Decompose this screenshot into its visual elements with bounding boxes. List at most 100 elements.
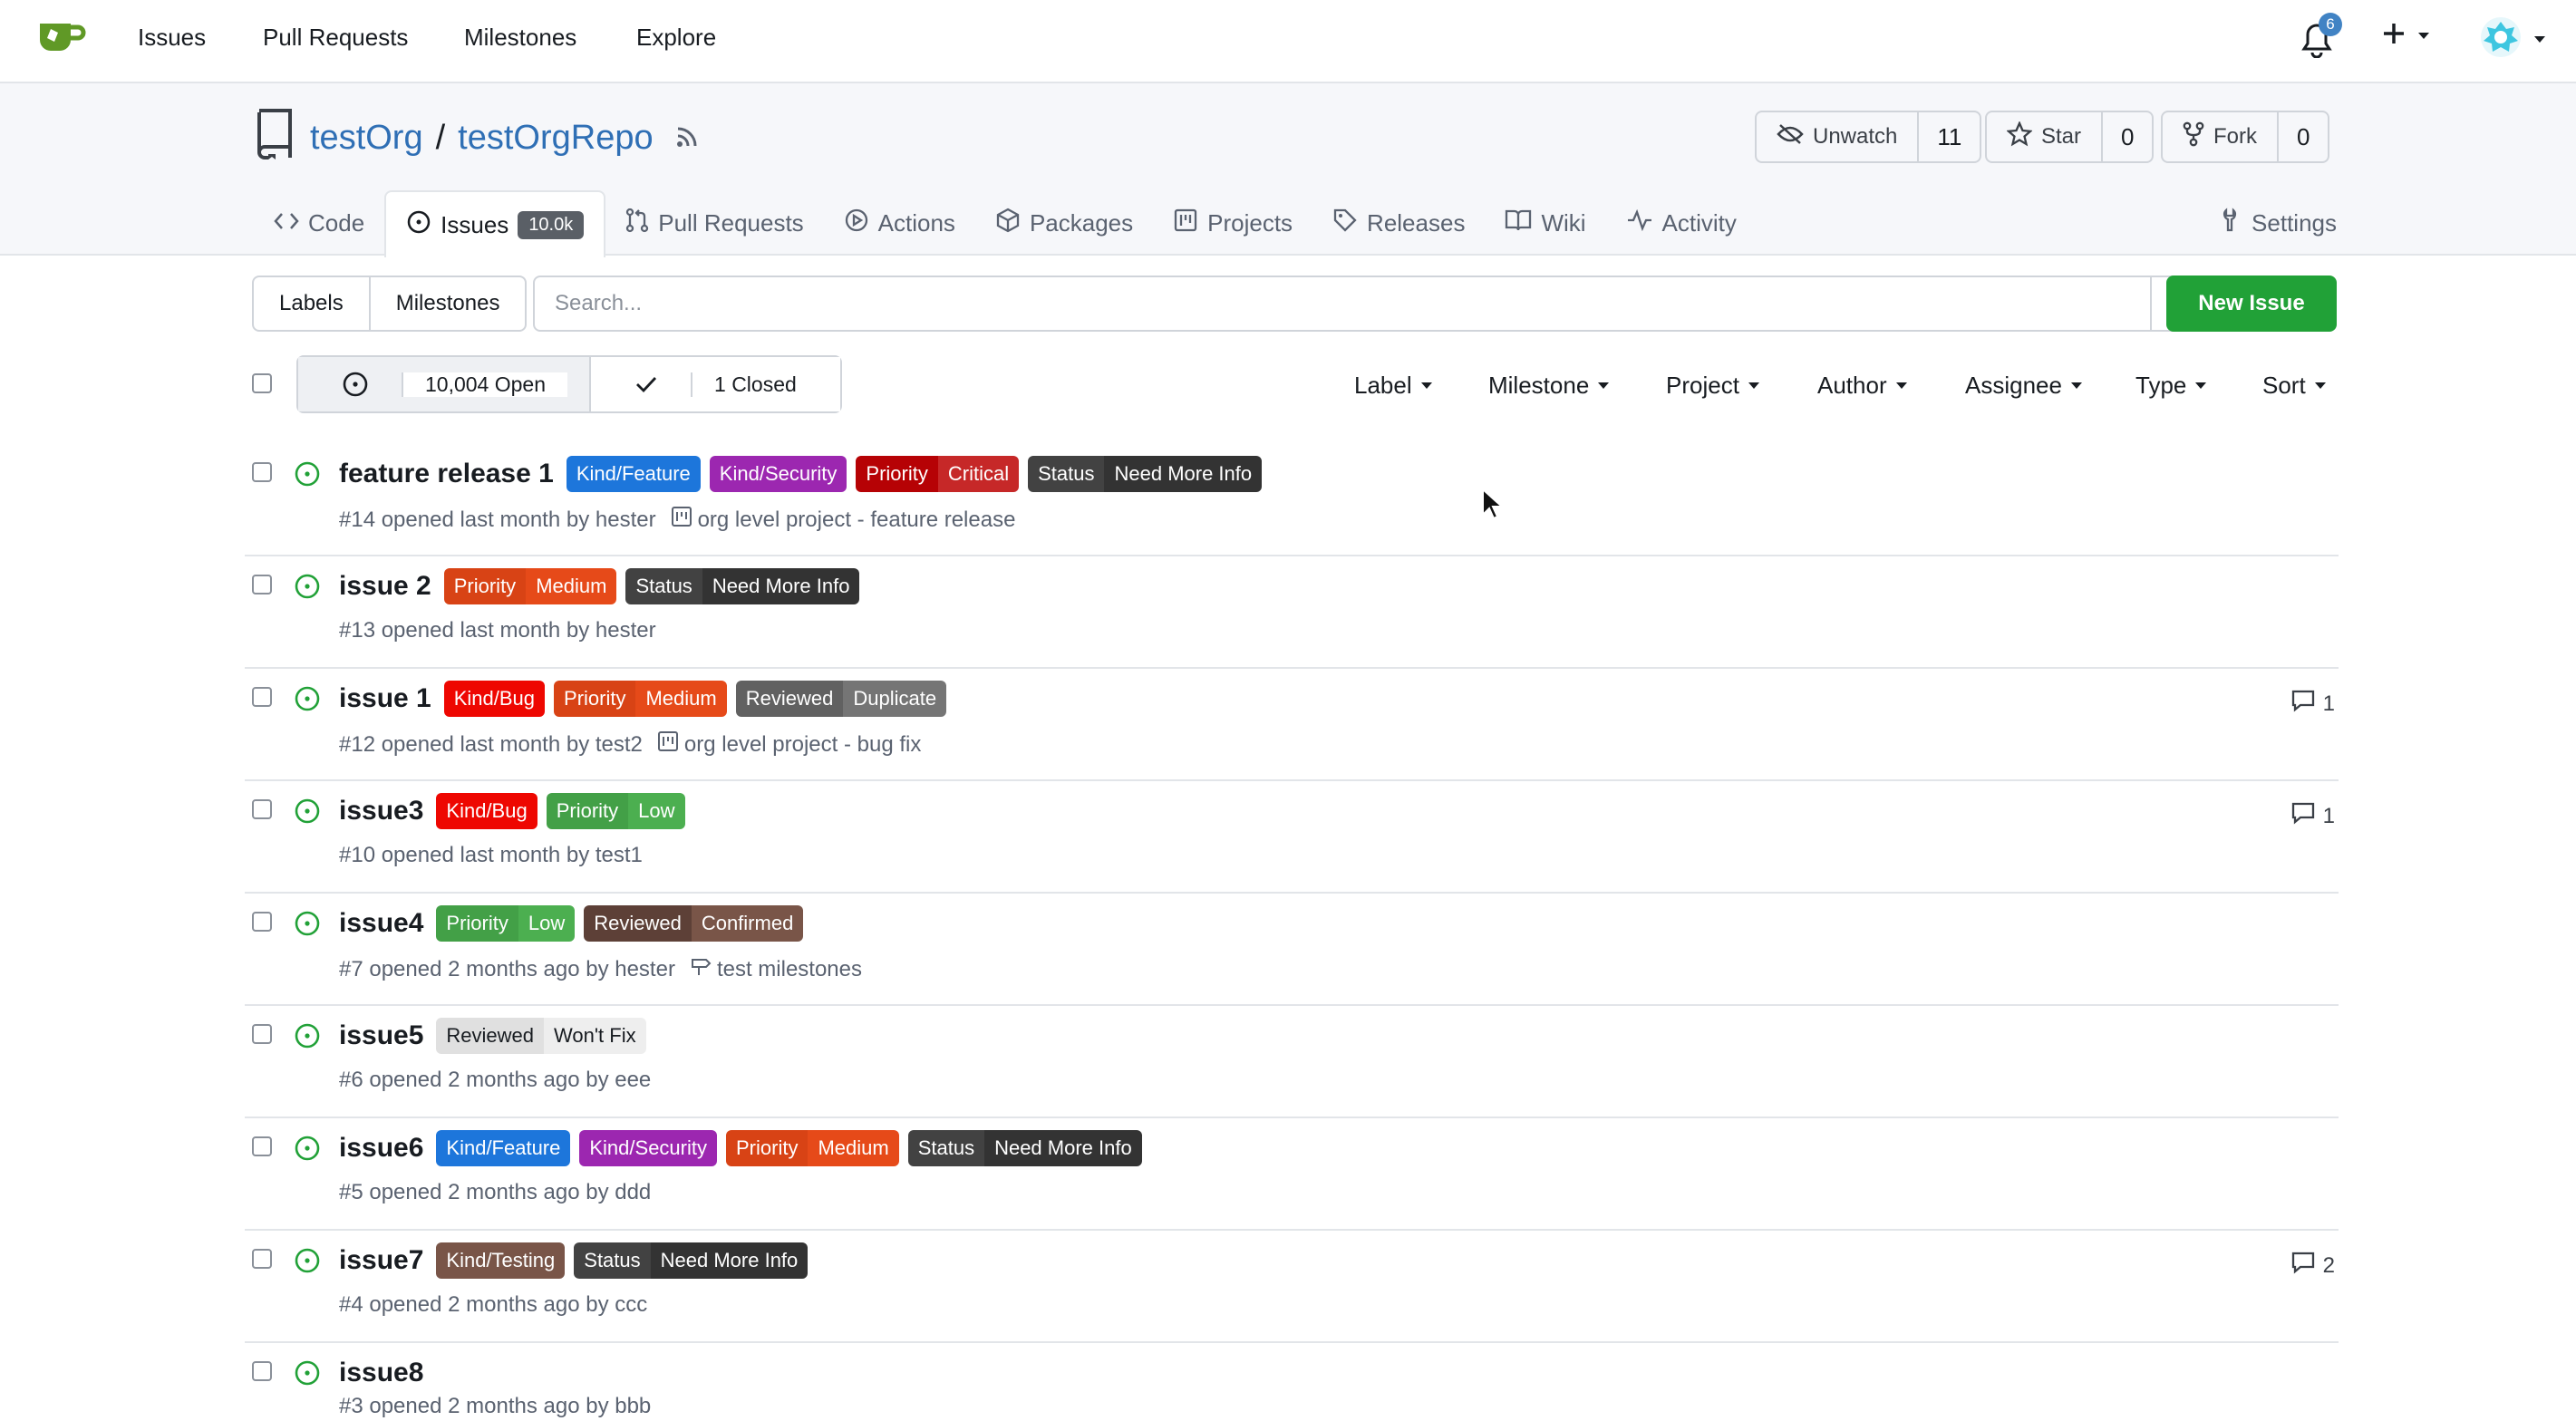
label-status-need-more-info[interactable]: Status Need More Info bbox=[907, 1130, 1142, 1166]
label-priority-low[interactable]: Priority Low bbox=[546, 793, 685, 829]
issue-title-link[interactable]: issue5 bbox=[339, 1020, 423, 1051]
label-priority-medium[interactable]: Priority Medium bbox=[443, 568, 617, 604]
project-filter-dropdown[interactable]: Project bbox=[1666, 372, 1759, 400]
issue-title-link[interactable]: issue 1 bbox=[339, 683, 431, 714]
label-priority-medium[interactable]: Priority Medium bbox=[726, 1130, 899, 1166]
author-filter-dropdown[interactable]: Author bbox=[1817, 372, 1907, 400]
label-kind-bug[interactable]: Kind/Bug bbox=[443, 681, 546, 717]
issue-checkbox[interactable] bbox=[252, 1249, 272, 1269]
tab-settings[interactable]: Settings bbox=[2219, 190, 2337, 256]
select-all-checkbox[interactable] bbox=[252, 373, 272, 393]
issue-title-link[interactable]: issue8 bbox=[339, 1358, 423, 1388]
repo-tabs: Code Issues 10.0k Pull Requests Actions … bbox=[254, 190, 1757, 257]
repo-name-link[interactable]: testOrgRepo bbox=[458, 119, 653, 158]
label-kind-feature[interactable]: Kind/Feature bbox=[436, 1130, 571, 1166]
project-icon bbox=[1173, 208, 1198, 239]
nav-pull-requests[interactable]: Pull Requests bbox=[263, 24, 408, 52]
issue-title-link[interactable]: issue7 bbox=[339, 1245, 423, 1276]
label-status-need-more-info[interactable]: Status Need More Info bbox=[574, 1242, 809, 1279]
sort-dropdown[interactable]: Sort bbox=[2262, 372, 2326, 400]
chevron-down-icon bbox=[2195, 382, 2207, 389]
rss-icon[interactable] bbox=[675, 119, 699, 158]
new-issue-button[interactable]: New Issue bbox=[2166, 276, 2337, 332]
unwatch-button[interactable]: Unwatch bbox=[1757, 112, 1920, 161]
label-reviewed-confirmed[interactable]: Reviewed Confirmed bbox=[584, 905, 804, 942]
issue-checkbox[interactable] bbox=[252, 912, 272, 932]
nav-milestones[interactable]: Milestones bbox=[464, 24, 576, 52]
tab-packages[interactable]: Packages bbox=[975, 190, 1153, 256]
repo-owner-link[interactable]: testOrg bbox=[310, 119, 423, 158]
issue-title-link[interactable]: issue4 bbox=[339, 908, 423, 939]
label-kind-feature[interactable]: Kind/Feature bbox=[566, 456, 701, 492]
chevron-down-icon bbox=[2534, 36, 2545, 43]
avatar bbox=[2480, 16, 2522, 63]
tab-activity[interactable]: Activity bbox=[1606, 190, 1757, 256]
tab-projects[interactable]: Projects bbox=[1153, 190, 1312, 256]
issue-milestone-link[interactable]: test milestones bbox=[690, 955, 862, 983]
closed-filter-button[interactable]: 1 Closed bbox=[589, 357, 840, 411]
label-kind-security[interactable]: Kind/Security bbox=[709, 456, 847, 492]
search-input[interactable]: Search... bbox=[533, 276, 2152, 332]
issue-title-link[interactable]: issue 2 bbox=[339, 571, 431, 602]
issue-checkbox[interactable] bbox=[252, 1136, 272, 1156]
watch-count[interactable]: 11 bbox=[1919, 112, 1980, 161]
star-count[interactable]: 0 bbox=[2103, 112, 2152, 161]
label-status-need-more-info[interactable]: Status Need More Info bbox=[1028, 456, 1263, 492]
fork-button-group: Fork 0 bbox=[2161, 111, 2330, 163]
nav-explore[interactable]: Explore bbox=[636, 24, 716, 52]
chevron-down-icon bbox=[1895, 382, 1907, 389]
gitea-logo-icon[interactable] bbox=[36, 16, 87, 56]
tab-actions[interactable]: Actions bbox=[824, 190, 975, 256]
issue-checkbox[interactable] bbox=[252, 1024, 272, 1044]
labels-button[interactable]: Labels bbox=[254, 277, 369, 330]
comment-icon bbox=[2290, 1251, 2316, 1281]
comment-count[interactable]: 2 bbox=[2290, 1251, 2335, 1281]
issue-checkbox[interactable] bbox=[252, 575, 272, 594]
tab-pull-requests[interactable]: Pull Requests bbox=[605, 190, 823, 256]
milestone-filter-dropdown[interactable]: Milestone bbox=[1488, 372, 1610, 400]
assignee-filter-dropdown[interactable]: Assignee bbox=[1965, 372, 2082, 400]
issue-checkbox[interactable] bbox=[252, 1361, 272, 1381]
label-kind-testing[interactable]: Kind/Testing bbox=[436, 1242, 566, 1279]
tag-icon bbox=[1332, 208, 1358, 239]
label-reviewed-wont-fix[interactable]: Reviewed Won't Fix bbox=[436, 1018, 646, 1054]
fork-button[interactable]: Fork bbox=[2163, 112, 2279, 161]
label-status-need-more-info[interactable]: Status Need More Info bbox=[625, 568, 860, 604]
comment-count[interactable]: 1 bbox=[2290, 801, 2335, 831]
issues-count-badge: 10.0k bbox=[518, 210, 585, 239]
issue-checkbox[interactable] bbox=[252, 799, 272, 819]
star-button[interactable]: Star bbox=[1987, 112, 2104, 161]
nav-issues[interactable]: Issues bbox=[138, 24, 206, 52]
issue-title-link[interactable]: issue3 bbox=[339, 796, 423, 826]
label-priority-medium[interactable]: Priority Medium bbox=[554, 681, 727, 717]
issue-meta: #4 opened 2 months ago by ccc bbox=[339, 1292, 648, 1317]
user-menu[interactable] bbox=[2480, 16, 2545, 63]
tab-issues[interactable]: Issues 10.0k bbox=[384, 190, 606, 257]
issue-meta: #12 opened last month by test2 bbox=[339, 731, 643, 757]
label-kind-bug[interactable]: Kind/Bug bbox=[436, 793, 537, 829]
type-filter-dropdown[interactable]: Type bbox=[2135, 372, 2207, 400]
tab-code[interactable]: Code bbox=[254, 190, 384, 256]
label-reviewed-duplicate[interactable]: Reviewed Duplicate bbox=[735, 681, 947, 717]
label-filter-dropdown[interactable]: Label bbox=[1354, 372, 1432, 400]
comment-count[interactable]: 1 bbox=[2290, 689, 2335, 719]
issue-project-link[interactable]: org level project - bug fix bbox=[657, 730, 921, 759]
tab-wiki[interactable]: Wiki bbox=[1485, 190, 1605, 256]
milestones-button[interactable]: Milestones bbox=[368, 277, 526, 330]
comment-icon bbox=[2290, 689, 2316, 719]
issue-title-link[interactable]: feature release 1 bbox=[339, 459, 554, 489]
issue-checkbox[interactable] bbox=[252, 462, 272, 482]
issue-title-link[interactable]: issue6 bbox=[339, 1133, 423, 1164]
label-kind-security[interactable]: Kind/Security bbox=[579, 1130, 717, 1166]
issue-row: issue7 Kind/Testing Status Need More Info… bbox=[245, 1231, 2339, 1343]
label-priority-critical[interactable]: Priority Critical bbox=[856, 456, 1020, 492]
issue-project-link[interactable]: org level project - feature release bbox=[671, 506, 1015, 534]
create-menu[interactable] bbox=[2382, 22, 2429, 50]
open-filter-button[interactable]: 10,004 Open bbox=[298, 357, 590, 411]
issue-row: issue6 Kind/Feature Kind/Security Priori… bbox=[245, 1118, 2339, 1231]
issue-row: issue4 Priority Low Reviewed Confirmed #7 … bbox=[245, 894, 2339, 1006]
issue-checkbox[interactable] bbox=[252, 687, 272, 707]
tab-releases[interactable]: Releases bbox=[1312, 190, 1485, 256]
fork-count[interactable]: 0 bbox=[2279, 112, 2328, 161]
label-priority-low[interactable]: Priority Low bbox=[436, 905, 576, 942]
